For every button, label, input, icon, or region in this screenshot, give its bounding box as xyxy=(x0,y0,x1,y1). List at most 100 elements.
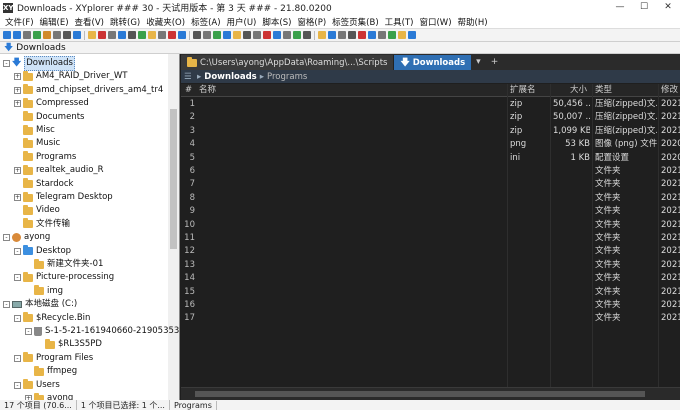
toolbar-button-icon[interactable] xyxy=(98,31,106,39)
toolbar-button-icon[interactable] xyxy=(338,31,346,39)
path-segment-downloads[interactable]: Downloads xyxy=(204,72,256,82)
toolbar-button-icon[interactable] xyxy=(3,31,11,39)
tree-item[interactable]: + amd_chipset_drivers_am4_tr4 xyxy=(14,84,163,97)
tab-scripts[interactable]: C:\Users\ayong\AppData\Roaming\...\Scrip… xyxy=(181,55,395,70)
tree-item[interactable]: Stardock xyxy=(14,178,73,191)
menu-item[interactable]: 跳转(G) xyxy=(107,16,143,28)
breadcrumb[interactable]: 🡇 Downloads xyxy=(0,42,680,54)
menu-item[interactable]: 编辑(E) xyxy=(37,16,72,28)
file-row[interactable]: 14AM4_RAID_Driver_WT文件夹2021 xyxy=(181,272,680,285)
menu-item[interactable]: 窗格(P) xyxy=(294,16,329,28)
collapse-icon[interactable]: - xyxy=(14,314,21,322)
toolbar-button-icon[interactable] xyxy=(223,31,231,39)
column-size[interactable]: 大小 xyxy=(570,84,587,97)
toolbar-button-icon[interactable] xyxy=(233,31,241,39)
tree-item[interactable]: Misc xyxy=(14,124,55,137)
file-row[interactable]: 8Compressed文件夹2021 xyxy=(181,192,680,205)
tree-item[interactable]: - Picture-processing xyxy=(14,271,114,284)
menu-item[interactable]: 文件(F) xyxy=(2,16,37,28)
toolbar-button-icon[interactable] xyxy=(13,31,21,39)
toolbar-button-icon[interactable] xyxy=(73,31,81,39)
toolbar-button-icon[interactable] xyxy=(203,31,211,39)
toolbar-button-icon[interactable] xyxy=(408,31,416,39)
toolbar-button-icon[interactable] xyxy=(358,31,366,39)
collapse-icon[interactable]: - xyxy=(14,274,21,282)
file-row[interactable]: 15Documents文件夹2021 xyxy=(181,286,680,299)
toolbar-button-icon[interactable] xyxy=(213,31,221,39)
breadcrumb-label[interactable]: Downloads xyxy=(16,43,65,53)
toolbar-button-icon[interactable] xyxy=(273,31,281,39)
toolbar-button-icon[interactable] xyxy=(108,31,116,39)
toolbar-button-icon[interactable] xyxy=(388,31,396,39)
file-row[interactable]: 6Telegram Desktop文件夹2021 xyxy=(181,165,680,178)
toolbar-button-icon[interactable] xyxy=(283,31,291,39)
toolbar-button-icon[interactable] xyxy=(263,31,271,39)
new-tab-button[interactable]: + xyxy=(486,55,504,70)
toolbar-button-icon[interactable] xyxy=(53,31,61,39)
menu-item[interactable]: 帮助(H) xyxy=(455,16,491,28)
toolbar-button-icon[interactable] xyxy=(253,31,261,39)
toolbar-button-icon[interactable] xyxy=(243,31,251,39)
menu-item[interactable]: 工具(T) xyxy=(382,16,417,28)
toolbar-button-icon[interactable] xyxy=(138,31,146,39)
collapse-icon[interactable]: - xyxy=(3,234,10,242)
toolbar-button-icon[interactable] xyxy=(303,31,311,39)
toolbar-button-icon[interactable] xyxy=(178,31,186,39)
column-modified[interactable]: 修改 xyxy=(661,84,678,97)
toolbar-button-icon[interactable] xyxy=(43,31,51,39)
tree-item[interactable]: - ayong xyxy=(3,231,50,244)
tree-scrollbar-thumb[interactable] xyxy=(170,109,177,249)
expand-icon[interactable]: + xyxy=(14,86,21,94)
toolbar-button-icon[interactable] xyxy=(23,31,31,39)
toolbar-button-icon[interactable] xyxy=(293,31,301,39)
tree-item[interactable]: - 本地磁盘 (C:) xyxy=(3,298,77,311)
file-row[interactable]: 11Misc文件夹2021 xyxy=(181,232,680,245)
tree-item[interactable]: - 🡇 Downloads xyxy=(3,56,75,71)
toolbar-button-icon[interactable] xyxy=(168,31,176,39)
path-bar[interactable]: ☰ ▸ Downloads ▸ Programs xyxy=(181,70,680,83)
tree-scrollbar[interactable] xyxy=(168,54,179,400)
menu-item[interactable]: 脚本(S) xyxy=(259,16,294,28)
tree-item[interactable]: ffmpeg xyxy=(25,365,77,378)
collapse-icon[interactable]: - xyxy=(3,60,10,67)
tree-item[interactable]: - $Recycle.Bin xyxy=(14,312,90,325)
file-row[interactable]: 16Music文件夹2021 xyxy=(181,299,680,312)
file-row[interactable]: 13amd_chipset_drivers_am4_tr4文件夹2021 xyxy=(181,259,680,272)
file-row[interactable]: 2amd_chipset_drivers_am4_tr4.zipzip50,00… xyxy=(181,111,680,124)
toolbar-button-icon[interactable] xyxy=(328,31,336,39)
file-row[interactable]: 7Programs文件夹2021 xyxy=(181,178,680,191)
file-row[interactable]: 3AM4_RAID_Driver_WT.zipzip1,099 KB压缩(zip… xyxy=(181,125,680,138)
column-type[interactable]: 类型 xyxy=(595,84,612,97)
file-row[interactable]: 12realtek_audio_R文件夹2021 xyxy=(181,245,680,258)
tree-item[interactable]: Documents xyxy=(14,111,84,124)
maximize-icon[interactable]: ☐ xyxy=(632,0,656,15)
file-row[interactable]: 5desktop.iniini1 KB配置设置2020 xyxy=(181,152,680,165)
column-ext[interactable]: 扩展名 xyxy=(510,84,536,97)
close-icon[interactable]: ✕ xyxy=(656,0,680,15)
column-num[interactable]: # xyxy=(185,84,192,97)
menu-item[interactable]: 标签(A) xyxy=(188,16,223,28)
menu-item[interactable]: 用户(U) xyxy=(224,16,260,28)
tree-item[interactable]: Programs xyxy=(14,151,76,164)
toolbar-button-icon[interactable] xyxy=(348,31,356,39)
tree-item[interactable]: 新建文件夹-01 xyxy=(25,258,103,271)
tree-item[interactable]: + Telegram Desktop xyxy=(14,191,113,204)
toolbar-button-icon[interactable] xyxy=(33,31,41,39)
toolbar-button-icon[interactable] xyxy=(193,31,201,39)
tree-item[interactable]: Music xyxy=(14,137,60,150)
tree-item[interactable]: - S-1-5-21-161940660-2190535330 xyxy=(25,325,179,338)
expand-icon[interactable]: + xyxy=(14,167,21,175)
menu-item[interactable]: 查看(V) xyxy=(72,16,107,28)
path-segment-programs[interactable]: Programs xyxy=(267,72,307,82)
file-row[interactable]: 9Video文件夹2021 xyxy=(181,205,680,218)
menu-icon[interactable]: ☰ xyxy=(184,72,194,82)
menu-item[interactable]: 窗口(W) xyxy=(416,16,454,28)
minimize-icon[interactable]: — xyxy=(608,0,632,15)
menu-item[interactable]: 标签页集(B) xyxy=(329,16,381,28)
toolbar-button-icon[interactable] xyxy=(148,31,156,39)
tree-item[interactable]: $RL3S5PD xyxy=(36,338,102,351)
file-row[interactable]: 4MicrosoftTeams-image.pngpng53 KB图像 (png… xyxy=(181,138,680,151)
collapse-icon[interactable]: - xyxy=(25,328,32,335)
file-row[interactable]: 17Stardock文件夹2021 xyxy=(181,312,680,325)
file-row[interactable]: 1realtek_audio_R.zipzip50,456 ...压缩(zipp… xyxy=(181,98,680,111)
